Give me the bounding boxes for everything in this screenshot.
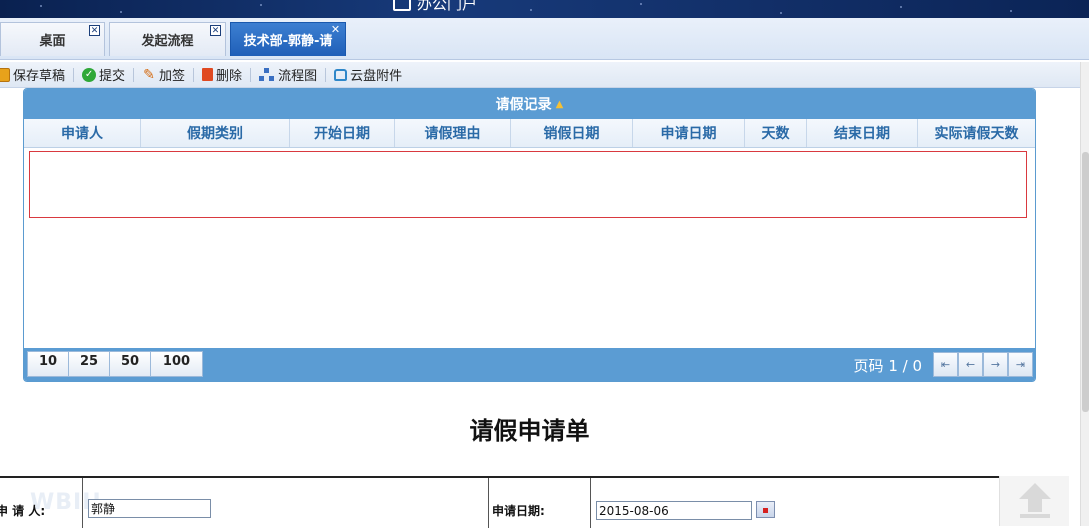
grid-header-row: 申请人 假期类别 开始日期 请假理由 销假日期 申请日期 天数 结束日期 实际请… xyxy=(24,119,1035,148)
column-cancel-date[interactable]: 销假日期 xyxy=(511,119,633,147)
tab-start-flow-label: 发起流程 xyxy=(141,34,194,49)
save-icon xyxy=(0,67,10,82)
scrollbar-thumb[interactable] xyxy=(1082,152,1089,412)
pen-icon: ✎ xyxy=(143,66,155,83)
next-page-button[interactable]: → xyxy=(983,352,1008,377)
column-reason[interactable]: 请假理由 xyxy=(395,119,511,147)
back-to-top-button[interactable] xyxy=(999,476,1069,526)
column-days[interactable]: 天数 xyxy=(745,119,807,147)
submit-label: 提交 xyxy=(99,69,126,84)
arrow-up-icon-base xyxy=(1020,514,1050,518)
applicant-label: 申 请 人: xyxy=(0,504,46,518)
empty-rows-area xyxy=(29,151,1027,218)
close-icon[interactable]: ✕ xyxy=(210,25,221,36)
portal-title-text: 办公门户 xyxy=(417,0,478,13)
delete-label: 删除 xyxy=(216,69,243,84)
apply-date-label: 申请日期: xyxy=(492,504,545,518)
flowchart-button[interactable]: 流程图 xyxy=(251,65,325,85)
divider xyxy=(590,478,591,528)
tab-start-flow[interactable]: 发起流程 ✕ xyxy=(109,22,226,56)
submit-button[interactable]: ✓ 提交 xyxy=(74,65,133,85)
cloud-drive-icon xyxy=(334,68,348,81)
page-size-50[interactable]: 50 xyxy=(109,351,151,377)
portal-title: 办公门户 xyxy=(393,0,477,14)
tab-leave-request[interactable]: 技术部-郭静-请 ✕ xyxy=(230,22,346,56)
delete-button[interactable]: 删除 xyxy=(194,65,250,85)
page-size-100[interactable]: 100 xyxy=(150,351,203,377)
flowchart-label: 流程图 xyxy=(278,69,318,84)
column-apply-date[interactable]: 申请日期 xyxy=(633,119,745,147)
column-leave-type[interactable]: 假期类别 xyxy=(141,119,290,147)
page-size-10[interactable]: 10 xyxy=(27,351,69,377)
tab-desktop-label: 桌面 xyxy=(39,34,66,49)
close-icon[interactable]: ✕ xyxy=(89,25,100,36)
close-icon[interactable]: ✕ xyxy=(330,24,341,36)
grid-caption[interactable]: 请假记录 ▲ xyxy=(24,89,1035,119)
top-banner: 办公门户 xyxy=(0,0,1089,18)
apply-date-field[interactable] xyxy=(596,501,752,520)
column-start-date[interactable]: 开始日期 xyxy=(290,119,395,147)
toolbar: 保存草稿 ✓ 提交 ✎ 加签 删除 流程图 云盘附件 xyxy=(0,62,1080,88)
column-applicant[interactable]: 申请人 xyxy=(24,119,141,147)
flowchart-icon xyxy=(259,67,275,82)
tab-leave-request-label: 技术部-郭静-请 xyxy=(243,34,333,49)
countersign-button[interactable]: ✎ 加签 xyxy=(134,65,193,85)
prev-page-button[interactable]: ← xyxy=(958,352,983,377)
divider xyxy=(488,478,489,528)
save-draft-button[interactable]: 保存草稿 xyxy=(0,65,73,85)
arrow-up-icon-stem xyxy=(1028,498,1042,512)
column-actual-days[interactable]: 实际请假天数 xyxy=(918,119,1035,147)
monitor-icon xyxy=(393,0,411,11)
last-page-button[interactable]: ⇥ xyxy=(1008,352,1033,377)
calendar-icon[interactable] xyxy=(756,501,775,518)
cloud-attachment-button[interactable]: 云盘附件 xyxy=(326,65,410,85)
column-end-date[interactable]: 结束日期 xyxy=(807,119,918,147)
sort-asc-icon[interactable]: ▲ xyxy=(556,99,564,110)
countersign-label: 加签 xyxy=(159,69,186,84)
page-indicator: 页码 1 / 0 xyxy=(853,357,922,375)
grid-pager: 10 25 50 100 页码 1 / 0 ⇤ ← → ⇥ xyxy=(24,348,1035,381)
vertical-scrollbar[interactable] xyxy=(1080,62,1089,526)
check-icon: ✓ xyxy=(82,67,97,82)
applicant-field[interactable] xyxy=(88,499,211,518)
trash-icon xyxy=(202,68,214,81)
tab-strip: 桌面 ✕ 发起流程 ✕ 技术部-郭静-请 ✕ xyxy=(0,18,1089,60)
page-size-25[interactable]: 25 xyxy=(68,351,110,377)
cloud-attachment-label: 云盘附件 xyxy=(350,69,403,84)
leave-records-grid: 请假记录 ▲ 申请人 假期类别 开始日期 请假理由 销假日期 申请日期 天数 结… xyxy=(23,88,1036,382)
arrow-up-icon xyxy=(1019,483,1051,499)
form-title: 请假申请单 xyxy=(469,417,590,445)
save-draft-label: 保存草稿 xyxy=(13,69,66,84)
tab-desktop[interactable]: 桌面 ✕ xyxy=(0,22,105,56)
first-page-button[interactable]: ⇤ xyxy=(933,352,958,377)
grid-caption-text: 请假记录 xyxy=(495,97,552,113)
